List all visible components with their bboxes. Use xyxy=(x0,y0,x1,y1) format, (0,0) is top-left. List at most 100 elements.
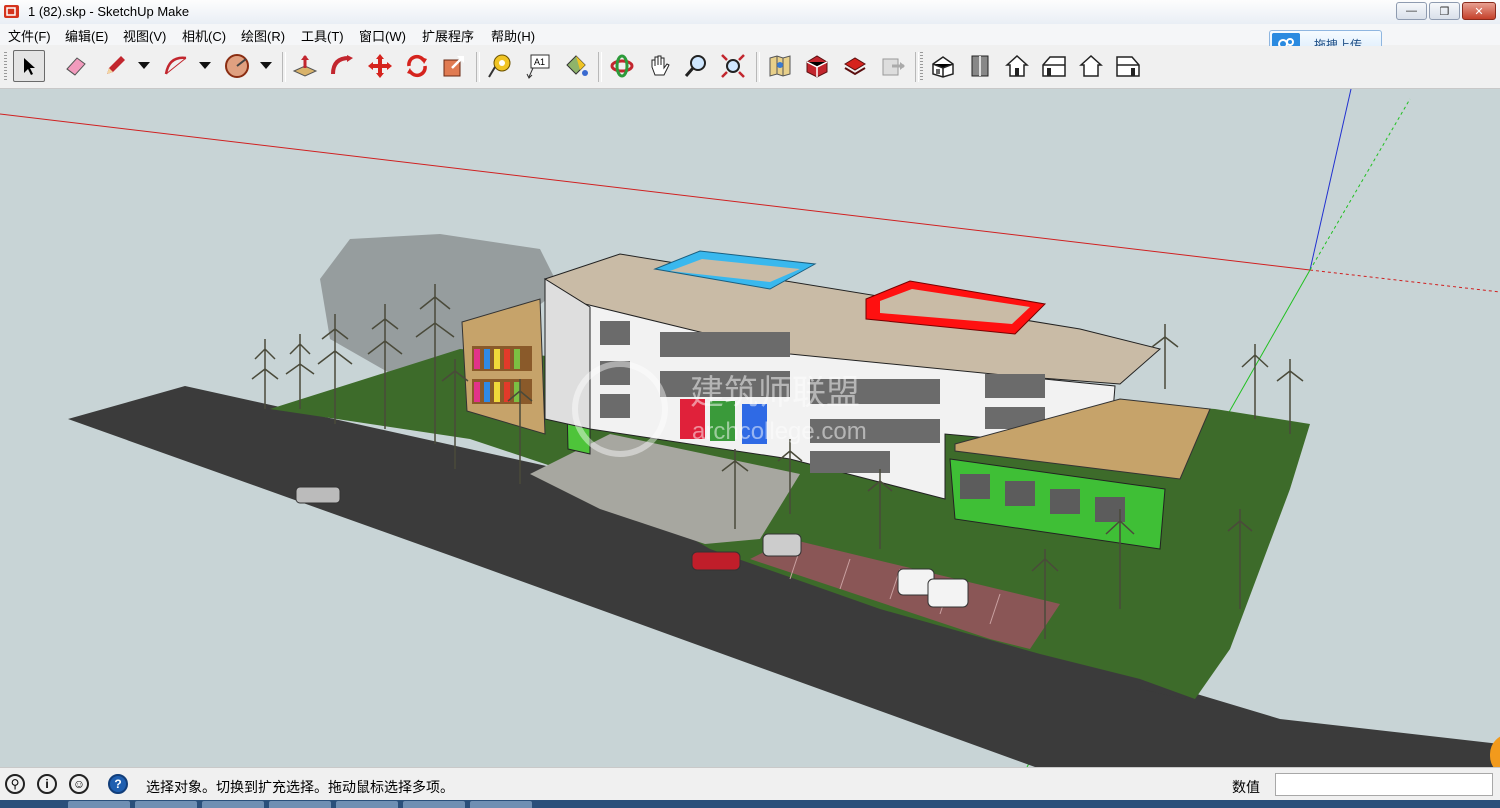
menu-camera[interactable]: 相机(C) xyxy=(182,26,226,45)
shape-tool-button[interactable] xyxy=(221,50,253,82)
shape-polygon-icon xyxy=(225,54,249,78)
select-tool-button[interactable] xyxy=(13,50,45,82)
color-panel xyxy=(514,349,520,369)
text-label-icon: A1 xyxy=(526,54,550,79)
taskbar-item[interactable] xyxy=(269,801,331,808)
pan-tool-button[interactable] xyxy=(643,50,675,82)
scale-tool-button[interactable] xyxy=(438,50,470,82)
model-viewport[interactable]: 建筑师联盟 archcollege.com xyxy=(0,89,1500,767)
push-pull-tool-button[interactable] xyxy=(289,50,321,82)
menu-tools[interactable]: 工具(T) xyxy=(301,26,344,45)
follow-me-tool-button[interactable] xyxy=(326,50,358,82)
os-taskbar xyxy=(0,800,1500,808)
orbit-tool-button[interactable] xyxy=(606,50,638,82)
zoom-extents-tool-button[interactable] xyxy=(717,50,749,82)
sketchup-logo-icon xyxy=(4,5,19,18)
layout-send-icon xyxy=(844,57,866,76)
car xyxy=(295,486,341,504)
watermark-text: 建筑师联盟 xyxy=(690,374,860,412)
top-view-button[interactable] xyxy=(964,50,996,82)
taskbar-item[interactable] xyxy=(135,801,197,808)
color-panel xyxy=(484,382,490,402)
left-view-icon xyxy=(1116,56,1140,77)
paint-bucket-tool-button[interactable] xyxy=(560,50,592,82)
taskbar-item[interactable] xyxy=(202,801,264,808)
toolbar-grip[interactable] xyxy=(920,52,923,82)
text-tool-button[interactable]: A1 xyxy=(522,50,554,82)
svg-text:A1: A1 xyxy=(534,57,545,67)
toolbar-separator xyxy=(282,52,286,82)
3d-warehouse-button[interactable] xyxy=(764,50,796,82)
title-bar: 1 (82).skp - SketchUp Make — ❐ ✕ xyxy=(0,0,1500,25)
menu-draw[interactable]: 绘图(R) xyxy=(241,26,285,45)
left-wing-windows-upper xyxy=(472,346,532,371)
scale-icon xyxy=(443,56,464,77)
left-view-button[interactable] xyxy=(1112,50,1144,82)
blue-axis xyxy=(1309,89,1352,271)
minimize-button[interactable]: — xyxy=(1396,2,1427,20)
color-panel xyxy=(504,382,510,402)
zoom-tool-button[interactable] xyxy=(680,50,712,82)
back-view-button[interactable] xyxy=(1075,50,1107,82)
front-view-button[interactable] xyxy=(1001,50,1033,82)
geolocation-icon[interactable]: ⚲ xyxy=(5,774,25,794)
credits-info-icon[interactable]: i xyxy=(37,774,57,794)
line-tool-button[interactable] xyxy=(99,50,131,82)
select-arrow-icon xyxy=(24,58,35,75)
color-panel xyxy=(504,349,510,369)
back-view-icon xyxy=(1079,54,1103,77)
color-panel xyxy=(494,382,500,402)
menu-file[interactable]: 文件(F) xyxy=(8,26,51,45)
push-pull-icon xyxy=(292,55,318,77)
watermark-url: archcollege.com xyxy=(692,418,867,445)
rotate-icon xyxy=(407,54,427,78)
taskbar-item[interactable] xyxy=(68,801,130,808)
taskbar-item[interactable] xyxy=(336,801,398,808)
arc-tool-dropdown[interactable] xyxy=(199,62,211,69)
instructor-help-icon[interactable]: ? xyxy=(108,774,128,794)
move-tool-button[interactable] xyxy=(364,50,396,82)
car xyxy=(691,551,741,571)
iso-view-button[interactable] xyxy=(927,50,959,82)
menu-extensions[interactable]: 扩展程序 xyxy=(422,26,474,45)
car xyxy=(762,533,802,557)
export-button[interactable] xyxy=(877,50,909,82)
eraser-icon xyxy=(66,57,86,76)
arc-tool-button[interactable] xyxy=(160,50,192,82)
right-view-button[interactable] xyxy=(1038,50,1070,82)
close-button[interactable]: ✕ xyxy=(1462,2,1496,20)
pan-hand-icon xyxy=(651,55,670,76)
taskbar-item[interactable] xyxy=(403,801,465,808)
menu-window[interactable]: 窗口(W) xyxy=(359,26,406,45)
export-icon xyxy=(882,58,905,76)
taskbar-item[interactable] xyxy=(470,801,532,808)
menu-view[interactable]: 视图(V) xyxy=(123,26,166,45)
front-view-icon xyxy=(1005,54,1029,77)
3d-warehouse-icon xyxy=(769,55,791,77)
orbit-icon xyxy=(610,54,634,78)
toolbar-grip[interactable] xyxy=(4,52,7,82)
status-bar: ⚲ i ☺ ? 选择对象。切换到扩充选择。拖动鼠标选择多项。 数值 xyxy=(0,767,1500,801)
layout-send-button[interactable] xyxy=(839,50,871,82)
eraser-tool-button[interactable] xyxy=(60,50,92,82)
extension-warehouse-icon xyxy=(806,55,828,78)
measurements-label: 数值 xyxy=(1232,779,1260,795)
follow-me-icon xyxy=(331,55,353,75)
tape-measure-tool-button[interactable] xyxy=(484,50,516,82)
zoom-extents-icon xyxy=(721,54,745,78)
tape-measure-icon xyxy=(488,54,511,78)
measurements-input[interactable] xyxy=(1275,773,1493,796)
restore-button[interactable]: ❐ xyxy=(1429,2,1460,20)
menu-edit[interactable]: 编辑(E) xyxy=(65,26,108,45)
move-icon xyxy=(368,54,392,78)
user-account-icon[interactable]: ☺ xyxy=(69,774,89,794)
toolbar-separator xyxy=(756,52,760,82)
line-tool-dropdown[interactable] xyxy=(138,62,150,69)
extension-warehouse-button[interactable] xyxy=(801,50,833,82)
menu-help[interactable]: 帮助(H) xyxy=(491,26,535,45)
shape-tool-dropdown[interactable] xyxy=(260,62,272,69)
rotate-tool-button[interactable] xyxy=(401,50,433,82)
left-wing-windows-lower xyxy=(472,379,532,404)
right-view-icon xyxy=(1042,56,1066,77)
color-panel xyxy=(474,382,480,402)
